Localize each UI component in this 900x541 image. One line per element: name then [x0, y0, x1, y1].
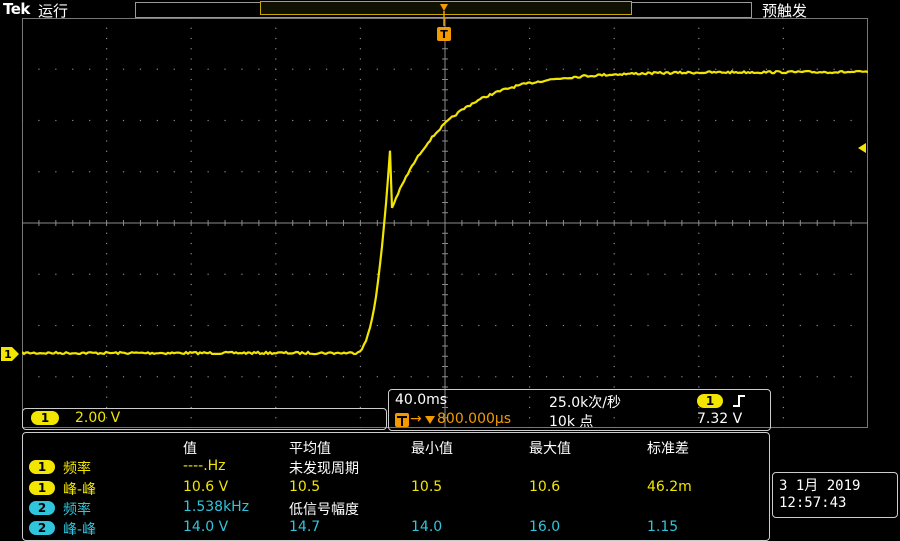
row-badge: 2: [29, 521, 55, 535]
measurement-std: 1.15: [647, 519, 679, 535]
ch1-marker-label: 1: [4, 348, 12, 361]
row-badge: 1: [29, 460, 55, 474]
ch1-volts-per-div: 2.00 V: [75, 410, 121, 426]
trigger-level: 7.32 V: [697, 411, 743, 427]
measurement-name: 频率: [63, 461, 91, 477]
header-std: 标准差: [647, 441, 689, 457]
trigger-delay-arrow-icon: [425, 416, 435, 424]
trigger-marker-label: T: [440, 28, 448, 41]
ch1-ground-marker[interactable]: 1: [0, 346, 19, 362]
record-length: 10k 点: [549, 414, 594, 430]
measurement-min: 10.5: [411, 479, 443, 495]
trigger-source-badge: 1: [697, 394, 723, 408]
trigger-position-arrow-icon: [440, 4, 448, 11]
row-badge: 2: [29, 501, 55, 515]
measurement-value: ----.Hz: [183, 458, 226, 474]
measurement-value: 14.0 V: [183, 519, 229, 535]
measurement-max: 10.6: [529, 479, 561, 495]
horizontal-position: 800.000µs: [437, 411, 512, 427]
date-text: 3 1月 2019: [779, 478, 861, 494]
time-per-division: 40.0ms: [395, 392, 448, 408]
waveform-graticule: [22, 18, 868, 428]
measurement-min: 14.0: [411, 519, 443, 535]
measurement-table[interactable]: 值 平均值 最小值 最大值 标准差 1 频率 ----.Hz 未发现周期 1 峰…: [22, 432, 770, 541]
ch1-badge: 1: [31, 411, 59, 425]
arrow-right-icon: →: [410, 411, 422, 427]
trigger-level-arrow-icon[interactable]: [856, 141, 868, 155]
timebase-trigger-readout[interactable]: 40.0ms 25.0k次/秒 1 → 800.000µs 10k 点 7.32…: [388, 389, 771, 431]
graticule-grid: [22, 18, 868, 428]
datetime-readout: 3 1月 2019 12:57:43: [772, 472, 898, 518]
measurement-name: 频率: [63, 502, 91, 518]
sample-rate: 25.0k次/秒: [549, 395, 621, 411]
ch1-scale-readout[interactable]: 1 2.00 V: [22, 408, 387, 430]
measurement-name: 峰-峰: [63, 522, 97, 538]
header-min: 最小值: [411, 441, 453, 457]
measurement-mean: 14.7: [289, 519, 321, 535]
time-text: 12:57:43: [779, 495, 847, 511]
measurement-max: 16.0: [529, 519, 561, 535]
header-max: 最大值: [529, 441, 571, 457]
header-value: 值: [183, 441, 197, 457]
measurement-std: 46.2m: [647, 479, 692, 495]
measurement-value: 10.6 V: [183, 479, 229, 495]
measurement-value: 1.538kHz: [183, 499, 250, 515]
measurement-mean: 10.5: [289, 479, 321, 495]
rising-edge-icon: [733, 395, 745, 407]
measurement-mean: 低信号幅度: [289, 502, 359, 518]
measurement-name: 峰-峰: [63, 482, 97, 498]
brand-logo: Tek: [3, 0, 30, 18]
trigger-position-marker[interactable]: T: [436, 2, 452, 42]
header-mean: 平均值: [289, 441, 331, 457]
measurement-mean: 未发现周期: [289, 461, 359, 477]
row-badge: 1: [29, 481, 55, 495]
trigger-t-icon: [395, 413, 409, 427]
